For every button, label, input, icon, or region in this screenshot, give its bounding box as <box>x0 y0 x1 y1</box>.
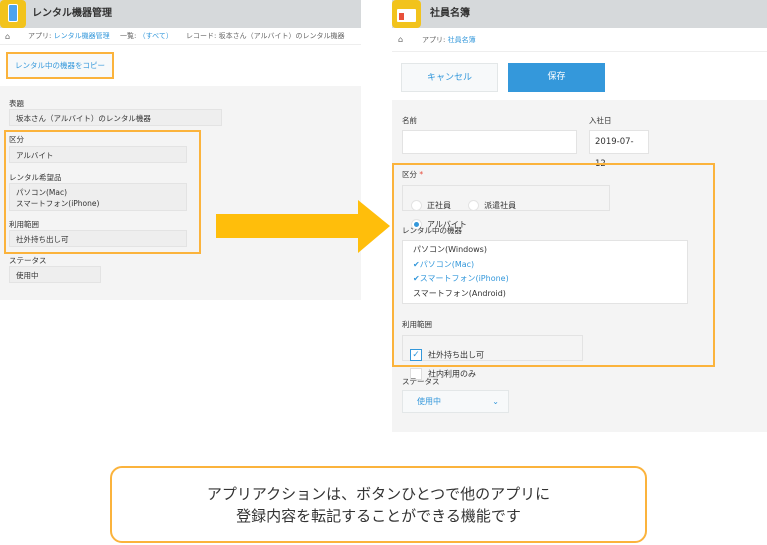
breadcrumb-list-prefix: 一覧: <box>120 32 139 40</box>
breadcrumb-list-link[interactable]: （すべて） <box>139 32 173 40</box>
save-button[interactable]: 保存 <box>508 63 605 92</box>
wanted-value: パソコン(Mac) スマートフォン(iPhone) <box>9 183 187 211</box>
device-option-selected[interactable]: ✔パソコン(Mac) <box>413 258 677 273</box>
right-app-title: 社員名簿 <box>430 8 470 19</box>
wanted-label: レンタル希望品 <box>9 173 62 182</box>
caption-box: アプリアクションは、ボタンひとつで他のアプリに 登録内容を転記することができる機… <box>110 466 647 543</box>
device-option-selected[interactable]: ✔スマートフォン(iPhone) <box>413 272 677 287</box>
copy-devices-button[interactable]: レンタル中の機器をコピー <box>6 52 114 79</box>
name-label: 名前 <box>402 116 417 125</box>
category-radio-group: 正社員 派遣社員 アルバイト <box>402 185 610 230</box>
status-value: 使用中 <box>9 266 101 283</box>
devices-label: レンタル中の機器 <box>402 226 462 235</box>
caption-line-1: アプリアクションは、ボタンひとつで他のアプリに <box>206 485 551 503</box>
scope-checkbox-group: ✓ 社外持ち出し可 社内利用のみ <box>402 335 583 380</box>
join-date-input[interactable]: 2019-07-12 <box>589 130 649 169</box>
wanted-item: パソコン(Mac) <box>16 188 68 197</box>
device-label: スマートフォン(iPhone) <box>419 274 509 283</box>
device-option[interactable]: パソコン(Windows) <box>413 243 677 258</box>
breadcrumb-app-prefix: アプリ: <box>28 32 54 40</box>
check-icon: ✔ <box>413 274 420 283</box>
breadcrumb-app-link[interactable]: 社員名簿 <box>448 36 476 44</box>
radio-option[interactable]: 派遣社員 <box>468 200 516 211</box>
check-icon: ✔ <box>413 259 420 269</box>
radio-icon[interactable] <box>411 200 422 211</box>
category-label: 区分 * <box>402 169 423 180</box>
radio-label: 派遣社員 <box>484 201 517 210</box>
radio-option[interactable]: 正社員 <box>411 200 451 211</box>
breadcrumb-app-prefix: アプリ: <box>422 36 448 44</box>
home-icon[interactable]: ⌂ <box>5 28 10 45</box>
category-label-text: 区分 <box>402 170 417 179</box>
caption-line-2: 登録内容を転記することができる機能です <box>236 507 521 525</box>
category-label: 区分 <box>9 135 24 144</box>
name-input[interactable] <box>402 130 577 154</box>
left-app-header: レンタル機器管理 <box>0 0 361 28</box>
status-select[interactable]: 使用中 ⌄ <box>402 390 509 413</box>
category-value: アルバイト <box>9 146 187 163</box>
right-app-header: 社員名簿 <box>392 0 767 28</box>
scope-value: 社外持ち出し可 <box>9 230 187 247</box>
breadcrumb-record: レコード: 坂本さん（アルバイト）のレンタル機器 <box>186 32 345 40</box>
chevron-down-icon: ⌄ <box>492 397 499 406</box>
checkbox-label: 社外持ち出し可 <box>428 350 484 359</box>
wanted-item: スマートフォン(iPhone) <box>16 199 100 208</box>
radio-label: 正社員 <box>427 201 451 210</box>
breadcrumb-app-link[interactable]: レンタル機器管理 <box>54 32 110 40</box>
required-mark: * <box>419 170 424 179</box>
arrow-right-icon <box>216 200 390 253</box>
scope-label: 利用範囲 <box>402 320 432 329</box>
cancel-button[interactable]: キャンセル <box>401 63 498 92</box>
title-value: 坂本さん（アルバイト）のレンタル機器 <box>9 109 222 126</box>
checkbox-option[interactable]: ✓ 社外持ち出し可 <box>410 348 484 361</box>
devices-multiselect[interactable]: パソコン(Windows) ✔パソコン(Mac) ✔スマートフォン(iPhone… <box>402 240 688 304</box>
status-label: ステータス <box>9 256 47 265</box>
status-label: ステータス <box>402 377 440 386</box>
join-date-label: 入社日 <box>589 116 612 125</box>
scope-label: 利用範囲 <box>9 220 39 229</box>
id-card-icon <box>392 0 421 28</box>
radio-icon[interactable] <box>468 200 480 211</box>
home-icon[interactable]: ⌂ <box>398 28 403 52</box>
device-label: パソコン(Mac) <box>419 259 475 269</box>
title-label: 表題 <box>9 99 24 108</box>
status-select-value: 使用中 <box>417 397 441 406</box>
breadcrumb: ⌂ アプリ: レンタル機器管理 一覧: （すべて） レコード: 坂本さん（アルバ… <box>0 28 361 45</box>
device-option[interactable]: スマートフォン(Android) <box>413 287 677 302</box>
smartphone-icon <box>0 0 26 28</box>
checkbox-checked-icon[interactable]: ✓ <box>410 348 422 361</box>
left-app-title: レンタル機器管理 <box>32 8 112 19</box>
breadcrumb: ⌂ アプリ: 社員名簿 <box>392 28 767 52</box>
